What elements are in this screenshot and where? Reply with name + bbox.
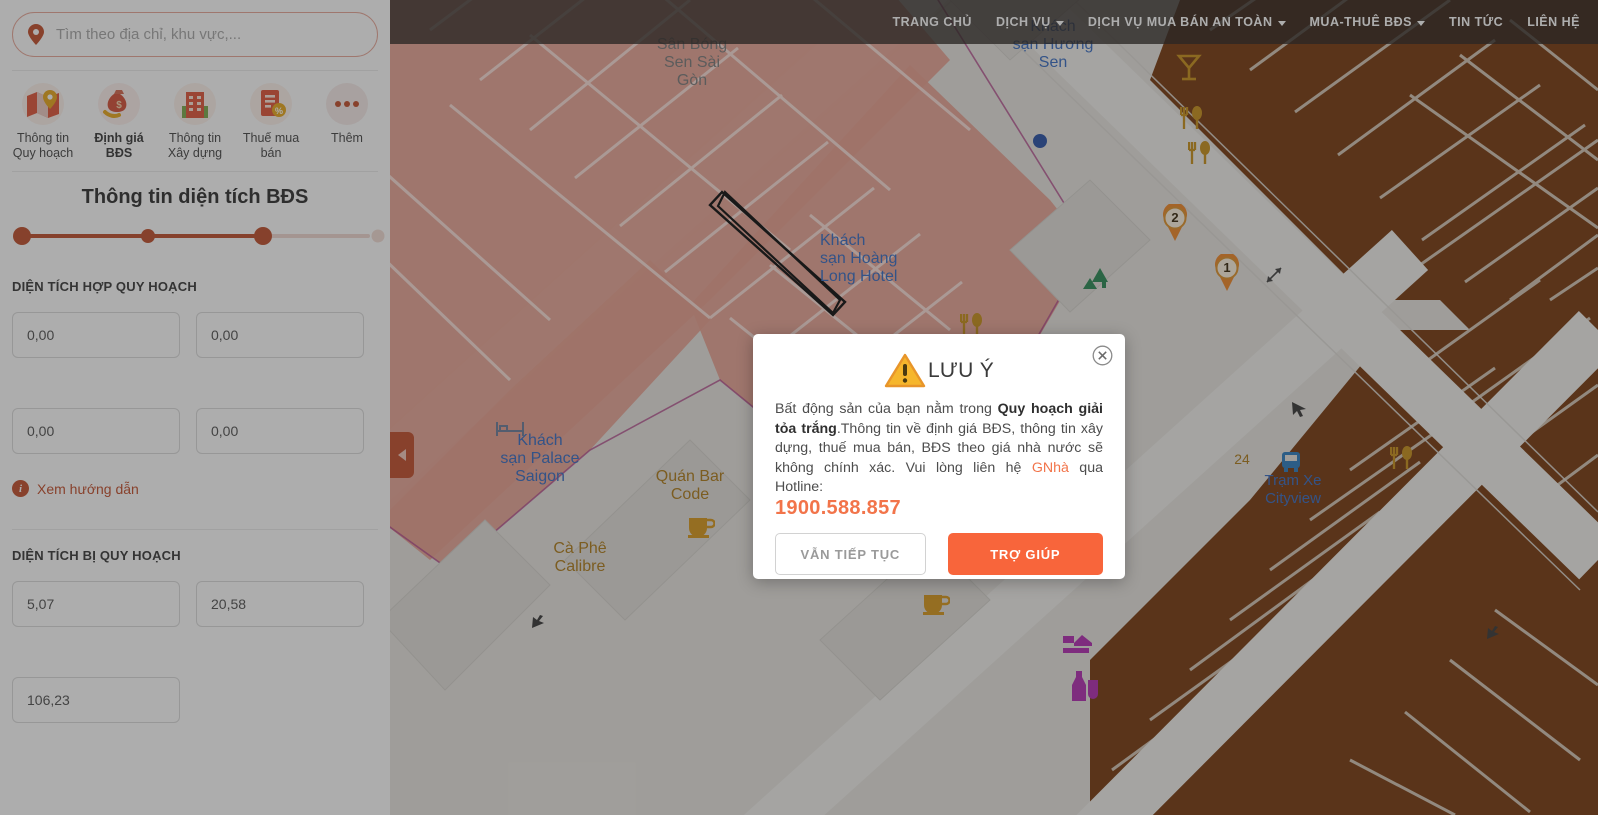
- map-pin-icon: [28, 23, 44, 45]
- search-input[interactable]: [56, 26, 363, 43]
- tool-label: Thông tin Xây dựng: [167, 131, 223, 160]
- marker-label: 2: [1171, 210, 1179, 225]
- top-navigation[interactable]: TRANG CHỦ DỊCH VỤ DỊCH VỤ MUA BÁN AN TOÀ…: [390, 0, 1598, 44]
- app-root: Sân Bóng Sen Sài Gòn Khách sạn Hương Sen…: [0, 0, 1598, 815]
- modal-text-part1: Bất động sản của bạn nằm trong: [775, 401, 998, 417]
- field-planning-ok-2[interactable]: 0,00: [196, 312, 364, 358]
- view-guide-label: Xem hướng dẫn: [37, 480, 139, 497]
- building-icon: [174, 83, 216, 125]
- warning-modal: LƯU Ý Bất động sản của bạn nằm trong Quy…: [753, 334, 1125, 579]
- map-location-icon: [22, 83, 64, 125]
- tool-row: Thông tin Quy hoạch $ Định giá BĐS Thông…: [0, 71, 390, 171]
- stepper-fill: [20, 234, 256, 238]
- continue-button[interactable]: VẪN TIẾP TỤC: [775, 533, 926, 575]
- tool-label: Thuế mua bán: [242, 131, 300, 160]
- modal-header: LƯU Ý: [775, 350, 1103, 392]
- marker-label: 1: [1223, 260, 1231, 275]
- stepper-dot-2[interactable]: [141, 229, 155, 243]
- view-guide-link[interactable]: i Xem hướng dẫn: [0, 454, 390, 497]
- hotline-number[interactable]: 1900.588.857: [775, 498, 1103, 519]
- nav-label: MUA-THUÊ BĐS: [1309, 15, 1413, 29]
- nav-item-lien-he[interactable]: LIÊN HỆ: [1527, 15, 1580, 29]
- tool-thong-tin-quy-hoach[interactable]: Thông tin Quy hoạch: [8, 83, 78, 161]
- svg-text:$: $: [116, 100, 122, 111]
- tax-document-icon: %: [250, 83, 292, 125]
- map-marker-2[interactable]: 2: [1161, 202, 1189, 242]
- tool-label: Định giá BĐS: [94, 131, 144, 160]
- modal-actions: VẪN TIẾP TỤC TRỢ GIÚP: [775, 533, 1103, 575]
- nav-item-tin-tuc[interactable]: TIN TỨC: [1449, 15, 1503, 29]
- field-planning-affected-2[interactable]: 20,58: [196, 581, 364, 627]
- close-circle-icon[interactable]: [1092, 345, 1113, 366]
- left-sidebar: Thông tinQuy hoạch $ Định giáBĐS: [0, 0, 390, 815]
- field-planning-ok-1[interactable]: 0,00: [12, 312, 180, 358]
- field-planning-ok-3[interactable]: 0,00: [12, 408, 180, 454]
- tool-label: Thêm: [331, 131, 363, 145]
- nav-item-dich-vu-mua-ban-an-toan[interactable]: DỊCH VỤ MUA BÁN AN TOÀN: [1088, 15, 1286, 29]
- chevron-down-icon: [1277, 20, 1286, 26]
- stepper-dot-1[interactable]: [13, 227, 31, 245]
- section-label-planning-affected: DIỆN TÍCH BỊ QUY HOẠCH: [12, 548, 181, 563]
- brand-name: GNhà: [1031, 459, 1069, 476]
- planning-ok-fields: 0,00 0,00 0,00 0,00: [0, 312, 390, 454]
- page-title: Thông tin diện tích BĐS: [81, 186, 309, 208]
- nav-item-dich-vu[interactable]: DỊCH VỤ: [996, 15, 1064, 29]
- nav-label: TRANG CHỦ: [892, 15, 972, 29]
- sidebar-collapse-handle[interactable]: [390, 432, 414, 478]
- search-box[interactable]: [12, 12, 378, 57]
- tool-them[interactable]: Thêm: [312, 83, 382, 161]
- more-dots-icon: [326, 83, 368, 125]
- warning-triangle-icon: [884, 353, 926, 388]
- nav-label: DỊCH VỤ: [995, 15, 1051, 29]
- planning-affected-fields: 5,07 20,58 106,23: [0, 581, 390, 723]
- modal-title: LƯU Ý: [927, 359, 995, 382]
- chevron-down-icon: [1417, 20, 1426, 26]
- field-planning-affected-1[interactable]: 5,07: [12, 581, 180, 627]
- nav-label: LIÊN HỆ: [1527, 15, 1580, 29]
- nav-label: TIN TỨC: [1449, 15, 1504, 29]
- svg-text:%: %: [275, 106, 283, 116]
- tool-thong-tin-xay-dung[interactable]: Thông tin Xây dựng: [160, 83, 230, 161]
- chevron-left-icon: [398, 449, 406, 461]
- stepper-dot-4[interactable]: [371, 229, 385, 243]
- tool-label: Thông tin Quy hoạch: [12, 131, 74, 160]
- nav-label: DỊCH VỤ MUA BÁN AN TOÀN: [1087, 15, 1273, 29]
- tool-thue-mua-ban[interactable]: % Thuế mua bán: [236, 83, 306, 161]
- section-label-planning-ok: DIỆN TÍCH HỢP QUY HOẠCH: [12, 279, 197, 294]
- tool-dinh-gia-bds[interactable]: $ Định giá BĐS: [84, 83, 154, 161]
- search-area: [0, 0, 390, 57]
- info-icon: i: [12, 480, 29, 497]
- chevron-down-icon: [1055, 20, 1064, 26]
- help-button[interactable]: TRỢ GIÚP: [947, 533, 1103, 575]
- nav-item-mua-thue-bds[interactable]: MUA-THUÊ BĐS: [1310, 15, 1426, 29]
- money-bag-icon: $: [98, 83, 140, 125]
- map-marker-1[interactable]: 1: [1213, 252, 1241, 292]
- field-planning-ok-4[interactable]: 0,00: [196, 408, 364, 454]
- nav-item-trang-chu[interactable]: TRANG CHỦ: [892, 15, 972, 29]
- field-planning-affected-3[interactable]: 106,23: [12, 677, 180, 723]
- map-point-blue: [1033, 134, 1047, 148]
- modal-message: Bất động sản của bạn nằm trong Quy hoạch…: [775, 400, 1103, 518]
- progress-stepper[interactable]: [12, 219, 385, 253]
- stepper-dot-3[interactable]: [254, 227, 272, 245]
